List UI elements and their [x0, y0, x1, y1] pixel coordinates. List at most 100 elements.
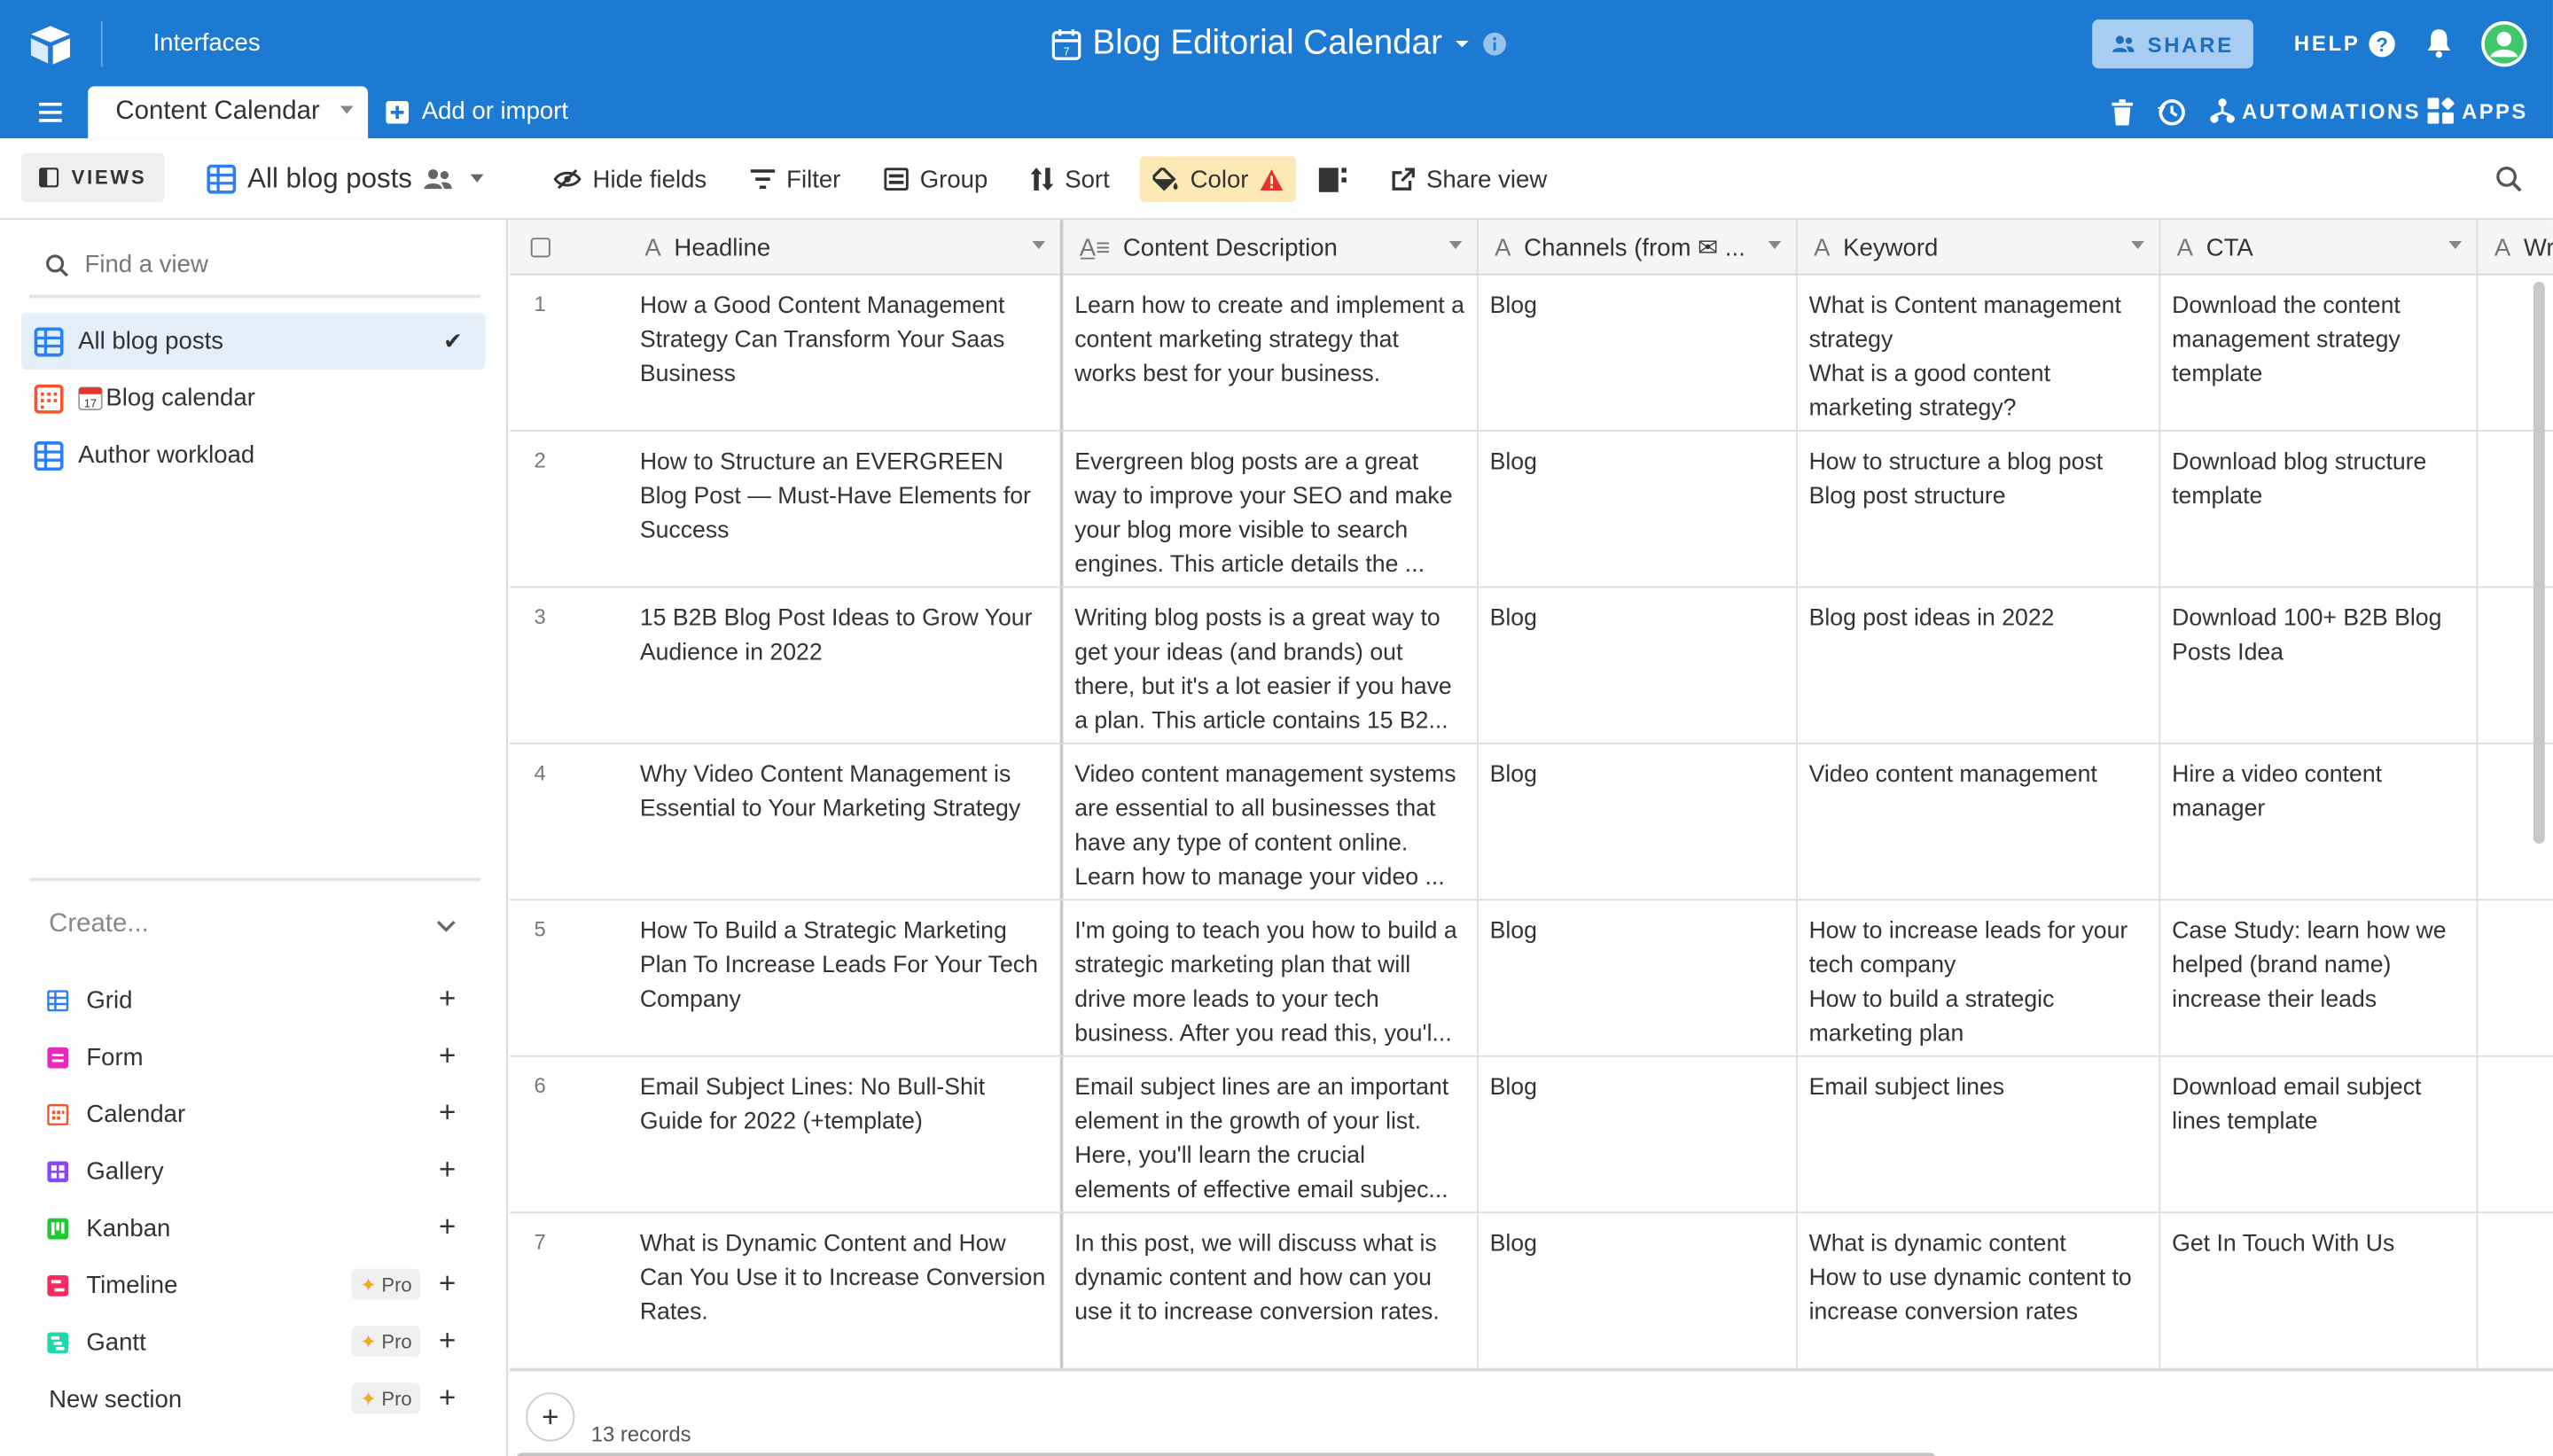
- plus-icon[interactable]: +: [439, 1039, 456, 1074]
- color-button[interactable]: Color: [1139, 156, 1296, 202]
- sidebar-item-blog-calendar[interactable]: 17 Blog calendar: [21, 370, 485, 426]
- help-link[interactable]: HELP: [2294, 31, 2361, 56]
- table-row[interactable]: 7 What is Dynamic Content and How Can You…: [509, 1213, 2553, 1370]
- table-row[interactable]: 5 How To Build a Strategic Marketing Plan…: [509, 900, 2553, 1057]
- column-header-content-description[interactable]: A̲≡ Content Description: [1063, 220, 1479, 276]
- chevron-down-icon[interactable]: [471, 174, 484, 184]
- plus-icon[interactable]: +: [439, 1267, 456, 1302]
- keyword-cell[interactable]: How to structure a blog post Blog post s…: [1798, 432, 2161, 587]
- keyword-cell[interactable]: What is Content management strategy What…: [1798, 275, 2161, 431]
- description-cell[interactable]: Writing blog posts is a great way to get…: [1063, 588, 1479, 744]
- channels-cell[interactable]: Blog: [1479, 744, 1798, 899]
- keyword-cell[interactable]: What is dynamic content How to use dynam…: [1798, 1213, 2161, 1368]
- channels-cell[interactable]: Blog: [1479, 588, 1798, 744]
- writer-cell[interactable]: [2478, 1213, 2552, 1368]
- channels-cell[interactable]: Blog: [1479, 1213, 1798, 1368]
- writer-cell[interactable]: [2478, 1057, 2552, 1212]
- column-header-channels[interactable]: A Channels (from ✉ ...: [1479, 220, 1798, 276]
- row-height-button[interactable]: [1318, 160, 1347, 199]
- chevron-down-icon[interactable]: [1032, 240, 1046, 250]
- chevron-down-icon[interactable]: [2131, 240, 2144, 250]
- table-row[interactable]: 4 Why Video Content Management is Essenti…: [509, 744, 2553, 901]
- airtable-logo-icon[interactable]: [27, 23, 73, 66]
- create-section-header[interactable]: Create...: [49, 910, 149, 939]
- create-new-section-item[interactable]: New section ✦ Pro +: [49, 1380, 459, 1419]
- views-toggle-button[interactable]: VIEWS: [20, 152, 165, 202]
- keyword-cell[interactable]: Blog post ideas in 2022: [1798, 588, 2161, 744]
- description-cell[interactable]: Learn how to create and implement a cont…: [1063, 275, 1479, 431]
- description-cell[interactable]: Email subject lines are an important ele…: [1063, 1056, 1479, 1212]
- table-row[interactable]: 6 Email Subject Lines: No Bull-Shit Guide…: [509, 1056, 2553, 1214]
- tab-content-calendar[interactable]: Content Calendar: [88, 86, 369, 139]
- filter-button[interactable]: Filter: [750, 160, 840, 199]
- menu-icon[interactable]: [39, 102, 62, 122]
- create-grid-item[interactable]: Grid +: [47, 980, 459, 1019]
- table-row[interactable]: 3 15 B2B Blog Post Ideas to Grow Your Aud…: [509, 588, 2553, 744]
- share-view-button[interactable]: Share view: [1392, 160, 1547, 199]
- plus-icon[interactable]: +: [439, 1324, 456, 1359]
- plus-icon[interactable]: +: [439, 1153, 456, 1187]
- select-all-checkbox[interactable]: [530, 237, 550, 258]
- description-cell[interactable]: I'm going to teach you how to build a st…: [1063, 900, 1479, 1055]
- info-icon[interactable]: [1481, 31, 1507, 57]
- interfaces-link[interactable]: Interfaces: [153, 29, 261, 57]
- cta-cell[interactable]: Case Study: learn how we helped (brand n…: [2160, 900, 2479, 1055]
- column-header-headline[interactable]: A Headline: [628, 220, 1064, 276]
- share-button[interactable]: SHARE: [2092, 19, 2253, 69]
- sidebar-item-author-workload[interactable]: Author workload: [21, 427, 485, 484]
- description-cell[interactable]: Evergreen blog posts are a great way to …: [1063, 432, 1479, 587]
- keyword-cell[interactable]: How to increase leads for your tech comp…: [1798, 900, 2161, 1055]
- bell-icon[interactable]: [2424, 27, 2454, 58]
- history-icon[interactable]: [2157, 97, 2187, 127]
- chevron-down-icon[interactable]: [2448, 240, 2463, 250]
- create-timeline-item[interactable]: Timeline ✦ Pro +: [47, 1265, 459, 1304]
- description-cell[interactable]: Video content management systems are ess…: [1063, 744, 1479, 899]
- cta-cell[interactable]: Get In Touch With Us: [2160, 1213, 2479, 1368]
- hide-fields-button[interactable]: Hide fields: [553, 160, 707, 199]
- chevron-down-icon[interactable]: [436, 920, 456, 933]
- create-form-item[interactable]: Form +: [47, 1038, 459, 1077]
- plus-icon[interactable]: +: [439, 1210, 456, 1244]
- channels-cell[interactable]: Blog: [1479, 900, 1798, 1055]
- cta-cell[interactable]: Download email subject lines template: [2160, 1056, 2479, 1212]
- keyword-cell[interactable]: Video content management: [1798, 744, 2161, 899]
- channels-cell[interactable]: Blog: [1479, 1056, 1798, 1212]
- add-or-import-button[interactable]: Add or import: [386, 97, 568, 126]
- column-header-cta[interactable]: A CTA: [2160, 220, 2479, 276]
- description-cell[interactable]: In this post, we will discuss what is dy…: [1063, 1213, 1479, 1368]
- create-gallery-item[interactable]: Gallery +: [47, 1151, 459, 1190]
- plus-icon[interactable]: +: [439, 1381, 456, 1415]
- trash-icon[interactable]: [2112, 99, 2134, 126]
- headline-cell[interactable]: How to Structure an EVERGREEN Blog Post …: [628, 432, 1064, 587]
- vertical-scrollbar[interactable]: [2533, 281, 2545, 844]
- group-button[interactable]: Group: [884, 160, 988, 199]
- plus-icon[interactable]: +: [439, 1096, 456, 1131]
- headline-cell[interactable]: How To Build a Strategic Marketing Plan …: [628, 900, 1064, 1055]
- search-icon[interactable]: [2496, 166, 2522, 192]
- table-row[interactable]: 2 How to Structure an EVERGREEN Blog Post…: [509, 432, 2553, 588]
- find-view-search[interactable]: Find a view: [45, 251, 208, 278]
- sidebar-item-all-blog-posts[interactable]: All blog posts ✔: [20, 312, 486, 370]
- chevron-down-icon[interactable]: [1454, 37, 1470, 51]
- column-header-keyword[interactable]: A Keyword: [1798, 220, 2161, 276]
- base-title[interactable]: 7 Blog Editorial Calendar: [1051, 21, 1508, 66]
- cta-cell[interactable]: Download 100+ B2B Blog Posts Idea: [2160, 588, 2479, 744]
- create-calendar-item[interactable]: Calendar +: [47, 1094, 459, 1133]
- headline-cell[interactable]: How a Good Content Management Strategy C…: [628, 275, 1064, 431]
- headline-cell[interactable]: What is Dynamic Content and How Can You …: [628, 1213, 1064, 1368]
- create-gantt-item[interactable]: Gantt ✦ Pro +: [47, 1322, 459, 1361]
- horizontal-scrollbar[interactable]: [516, 1452, 1936, 1456]
- writer-cell[interactable]: [2478, 900, 2552, 1055]
- cta-cell[interactable]: Hire a video content manager: [2160, 744, 2479, 899]
- headline-cell[interactable]: Email Subject Lines: No Bull-Shit Guide …: [628, 1056, 1064, 1212]
- channels-cell[interactable]: Blog: [1479, 275, 1798, 431]
- cta-cell[interactable]: Download the content management strategy…: [2160, 275, 2479, 431]
- keyword-cell[interactable]: Email subject lines: [1798, 1056, 2161, 1212]
- channels-cell[interactable]: Blog: [1479, 432, 1798, 587]
- add-record-button[interactable]: +: [526, 1392, 575, 1442]
- chevron-down-icon[interactable]: [1448, 240, 1463, 250]
- table-row[interactable]: 1 How a Good Content Management Strategy …: [509, 275, 2553, 432]
- column-header-writer[interactable]: A Wr: [2478, 220, 2553, 275]
- headline-cell[interactable]: Why Video Content Management is Essentia…: [628, 744, 1064, 899]
- sort-button[interactable]: Sort: [1030, 160, 1110, 199]
